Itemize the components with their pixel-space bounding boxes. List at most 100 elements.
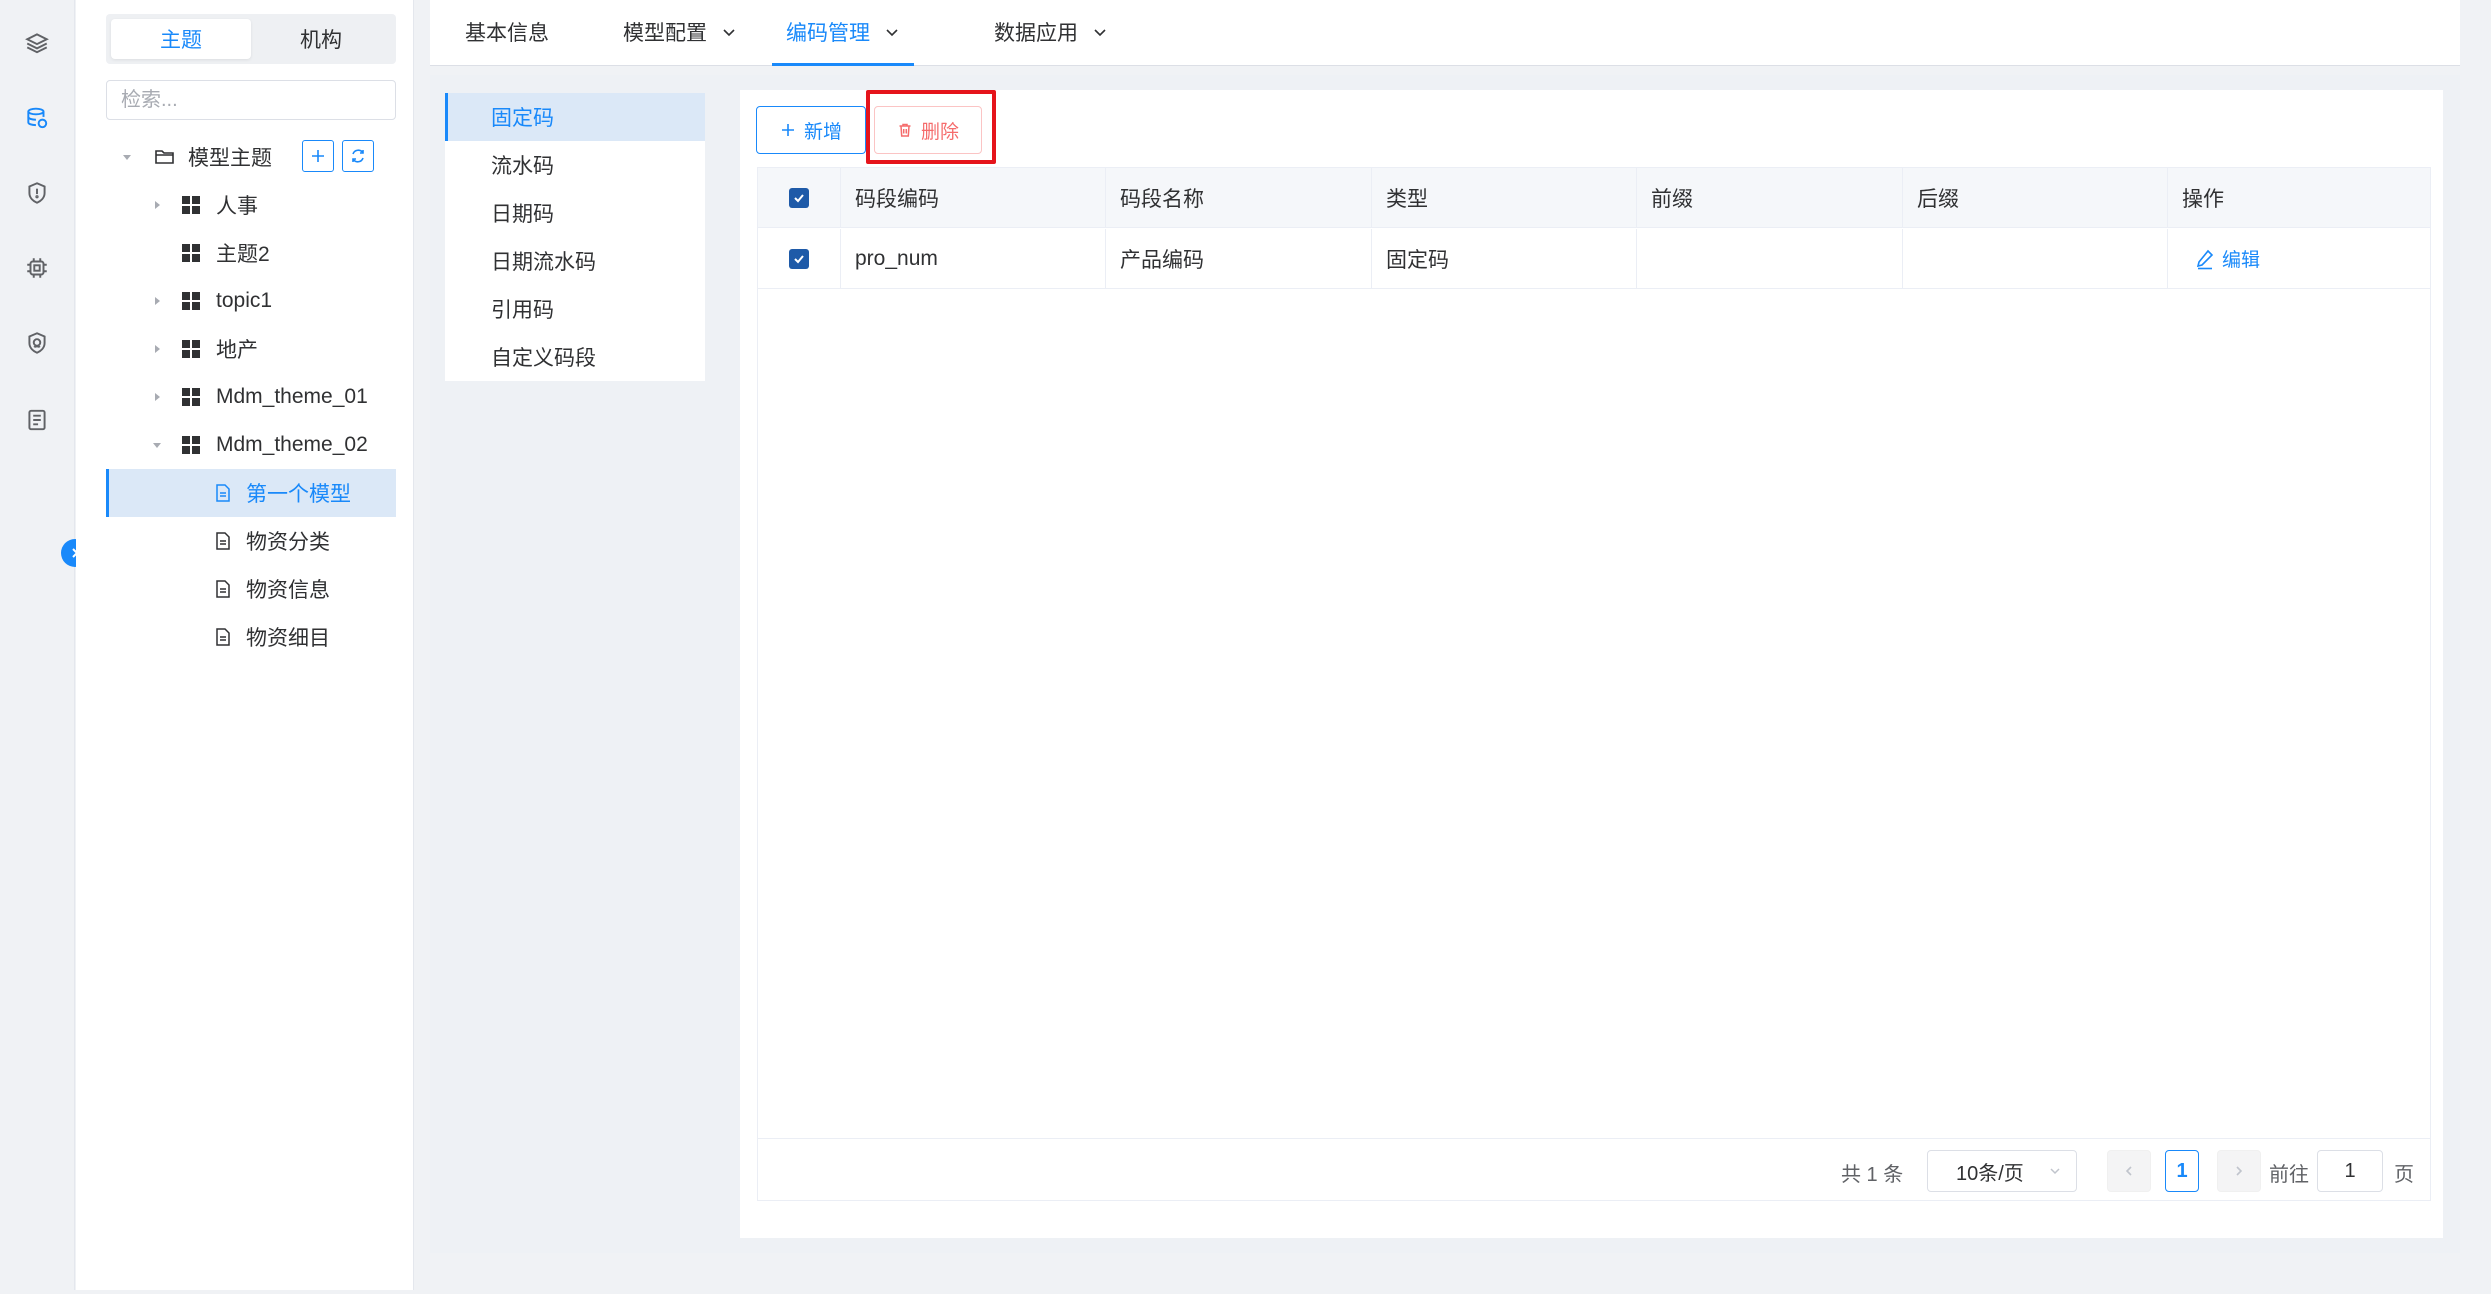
- code-segment-table: 码段编码 码段名称 类型 前缀 后缀 操作 pro_num 产品编码 固定码 编…: [757, 167, 2431, 1201]
- column-header: 码段名称: [1106, 168, 1372, 228]
- chevron-down-icon: [886, 28, 898, 36]
- tree-model-item[interactable]: 物资信息: [106, 565, 396, 613]
- cell-type: 固定码: [1372, 229, 1637, 289]
- refresh-button[interactable]: [342, 140, 374, 172]
- column-header: 后缀: [1903, 168, 2168, 228]
- cell-code: pro_num: [841, 229, 1106, 289]
- tree-item[interactable]: 地产: [106, 325, 396, 373]
- view-switcher: 主题 机构: [106, 14, 396, 64]
- icon-rail: [0, 0, 89, 1290]
- next-page-button[interactable]: [2217, 1150, 2261, 1192]
- tree-root-label: 模型主题: [188, 147, 272, 170]
- chip-icon[interactable]: [22, 253, 52, 283]
- tree-item-label: Mdm_theme_01: [216, 385, 368, 408]
- tab-label: 基本信息: [465, 22, 549, 45]
- tab-theme[interactable]: 主题: [111, 19, 251, 59]
- pagination: 共 1 条 10条/页 1 前往 1 页: [757, 1138, 2431, 1201]
- document-icon: [214, 627, 232, 647]
- search-box: [106, 80, 396, 120]
- tree-item-label: topic1: [216, 289, 273, 312]
- tree-item[interactable]: topic1: [106, 277, 396, 325]
- tree-item-label: 物资分类: [246, 531, 330, 554]
- column-header: 前缀: [1637, 168, 1903, 228]
- caret-right-icon[interactable]: [150, 342, 164, 356]
- tree-model-item-selected[interactable]: 第一个模型: [106, 469, 396, 517]
- tab-organization[interactable]: 机构: [251, 19, 391, 59]
- select-all-checkbox[interactable]: [789, 187, 809, 208]
- menu-item-reference-code[interactable]: 引用码: [445, 285, 705, 333]
- tab-label: 数据应用: [994, 22, 1078, 45]
- check-icon: [794, 254, 804, 263]
- tree-item-label: Mdm_theme_02: [216, 433, 368, 456]
- tree-item-label: 人事: [216, 195, 258, 218]
- tab-label: 模型配置: [623, 22, 707, 45]
- grid-icon: [182, 292, 200, 310]
- edit-label: 编辑: [2222, 250, 2261, 271]
- layers-icon[interactable]: [22, 28, 52, 58]
- column-header: 码段编码: [841, 168, 1106, 228]
- chevron-left-icon: [2125, 1166, 2132, 1176]
- total-count: 共 1 条: [1841, 1164, 1904, 1186]
- chevron-down-icon: [2050, 1168, 2060, 1175]
- prev-page-button[interactable]: [2107, 1150, 2151, 1192]
- page-number-button[interactable]: 1: [2165, 1150, 2199, 1192]
- segment-type-menu: 固定码 流水码 日期码 日期流水码 引用码 自定义码段: [445, 93, 705, 381]
- shield-icon[interactable]: [22, 178, 52, 208]
- tree-model-item[interactable]: 物资分类: [106, 517, 396, 565]
- security-icon[interactable]: [22, 328, 52, 358]
- tab-basic-info[interactable]: 基本信息: [465, 0, 549, 64]
- refresh-icon: [352, 149, 364, 163]
- tree-model-item[interactable]: 物资细目: [106, 613, 396, 661]
- tree-item-label: 物资信息: [246, 579, 330, 602]
- column-header: 类型: [1372, 168, 1637, 228]
- tab-model-config[interactable]: 模型配置: [623, 0, 737, 64]
- goto-label: 前往: [2269, 1164, 2309, 1186]
- caret-down-icon[interactable]: [120, 150, 134, 164]
- tree-item[interactable]: Mdm_theme_02: [106, 421, 396, 469]
- document-list-icon[interactable]: [22, 405, 52, 435]
- add-button-label: 新增: [803, 121, 842, 143]
- search-input[interactable]: [121, 88, 386, 112]
- tab-label: 编码管理: [786, 21, 870, 45]
- cell-suffix: [1903, 229, 2168, 289]
- row-select-cell: [758, 229, 841, 289]
- grid-icon: [182, 436, 200, 454]
- page-size-select[interactable]: 10条/页: [1927, 1150, 2077, 1192]
- caret-right-icon[interactable]: [150, 390, 164, 404]
- goto-page-input[interactable]: 1: [2317, 1150, 2383, 1192]
- tree-item[interactable]: Mdm_theme_01: [106, 373, 396, 421]
- caret-right-icon[interactable]: [150, 198, 164, 212]
- add-theme-button[interactable]: [302, 140, 334, 172]
- database-icon[interactable]: [22, 103, 52, 133]
- cell-prefix: [1637, 229, 1903, 289]
- tree-item[interactable]: 人事: [106, 181, 396, 229]
- add-button[interactable]: 新增: [756, 106, 866, 154]
- check-icon: [794, 193, 804, 202]
- tab-code-management[interactable]: 编码管理: [772, 0, 914, 66]
- chevron-down-icon: [723, 29, 735, 37]
- page-size-value: 10条/页: [1956, 1162, 2024, 1185]
- edit-link[interactable]: 编辑: [2168, 229, 2430, 289]
- caret-down-icon[interactable]: [150, 438, 164, 452]
- page-suffix: 页: [2394, 1164, 2414, 1186]
- chevron-right-icon: [2236, 1166, 2243, 1176]
- highlight-box: [866, 90, 996, 164]
- menu-item-date-serial-code[interactable]: 日期流水码: [445, 237, 705, 285]
- tree-item-label: 物资细目: [246, 627, 330, 650]
- menu-item-date-code[interactable]: 日期码: [445, 189, 705, 237]
- folder-icon: [154, 147, 176, 167]
- tree-item[interactable]: 主题2: [106, 229, 396, 277]
- plus-icon: [312, 150, 324, 162]
- chevron-down-icon: [1094, 29, 1106, 37]
- caret-right-icon[interactable]: [150, 294, 164, 308]
- cell-name: 产品编码: [1106, 229, 1372, 289]
- menu-item-fixed-code[interactable]: 固定码: [445, 93, 705, 141]
- document-icon: [214, 579, 232, 599]
- menu-item-custom-segment[interactable]: 自定义码段: [445, 333, 705, 381]
- menu-item-serial-code[interactable]: 流水码: [445, 141, 705, 189]
- column-header: 操作: [2168, 168, 2430, 228]
- tree-item-label: 地产: [216, 339, 258, 362]
- tree-panel: 主题 机构 模型主题 人事 主题2 topic1 地产 Md: [76, 0, 414, 1290]
- tab-data-application[interactable]: 数据应用: [994, 0, 1108, 64]
- row-checkbox[interactable]: [789, 248, 809, 269]
